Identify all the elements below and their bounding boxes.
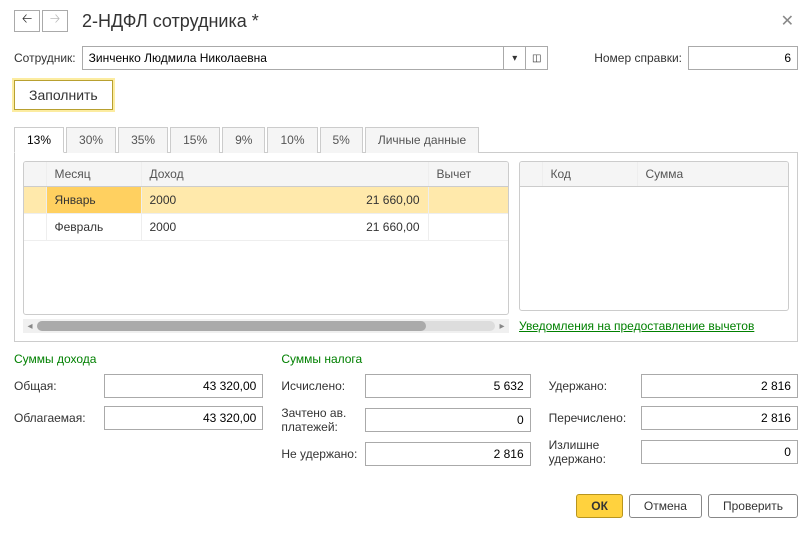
col-income: Доход [141,162,428,187]
ref-number-input[interactable] [688,46,798,70]
horizontal-scrollbar[interactable]: ◂ ▸ [23,319,509,333]
table-row[interactable]: Январь 200021 660,00 [24,187,508,214]
tax-overheld-label: Излишне удержано: [549,438,637,466]
tax-overheld-input[interactable] [641,440,798,464]
tab-13[interactable]: 13% [14,127,64,153]
window-title: 2-НДФЛ сотрудника * [82,11,777,32]
nav-back-button[interactable]: 🡠 [14,10,40,32]
tax-sums-header: Суммы налога [281,352,530,366]
total-income-input[interactable] [104,374,263,398]
employee-input[interactable] [82,46,505,70]
income-grid[interactable]: Месяц Доход Вычет Январь 200021 660,00 [23,161,509,315]
tab-30[interactable]: 30% [66,127,116,153]
deduction-notifications-link[interactable]: Уведомления на предоставление вычетов [519,319,789,333]
tab-personal[interactable]: Личные данные [365,127,479,153]
open-ref-icon[interactable]: ◫ [526,46,548,70]
tab-5[interactable]: 5% [320,127,363,153]
check-button[interactable]: Проверить [708,494,798,518]
tax-adv-label: Зачтено ав. платежей: [281,406,361,434]
tab-9[interactable]: 9% [222,127,265,153]
tab-15[interactable]: 15% [170,127,220,153]
close-icon[interactable]: ✕ [777,11,798,31]
tax-calc-label: Исчислено: [281,379,361,393]
income-sums-header: Суммы дохода [14,352,263,366]
tax-held-label: Удержано: [549,379,637,393]
rate-tabs: 13% 30% 35% 15% 9% 10% 5% Личные данные [14,126,798,153]
ok-button[interactable]: ОК [576,494,623,518]
tax-held-input[interactable] [641,374,798,398]
tax-calc-input[interactable] [365,374,530,398]
taxable-income-label: Облагаемая: [14,411,100,425]
tab-10[interactable]: 10% [267,127,317,153]
dropdown-icon[interactable]: ▾ [504,46,526,70]
ref-number-label: Номер справки: [594,51,682,65]
cancel-button[interactable]: Отмена [629,494,702,518]
deductions-grid[interactable]: Код Сумма [519,161,789,311]
tax-transferred-label: Перечислено: [549,411,637,425]
tax-notheld-input[interactable] [365,442,530,466]
fill-button[interactable]: Заполнить [14,80,113,110]
col-month: Месяц [46,162,141,187]
employee-label: Сотрудник: [14,51,76,65]
tax-notheld-label: Не удержано: [281,447,361,461]
tax-transferred-input[interactable] [641,406,798,430]
taxable-income-input[interactable] [104,406,263,430]
col-deduction: Вычет [428,162,508,187]
tab-35[interactable]: 35% [118,127,168,153]
nav-forward-button: 🡢 [42,10,68,32]
total-income-label: Общая: [14,379,100,393]
col-sum: Сумма [637,162,788,187]
table-row[interactable]: Февраль 200021 660,00 [24,214,508,241]
tax-adv-input[interactable] [365,408,530,432]
col-code: Код [542,162,637,187]
